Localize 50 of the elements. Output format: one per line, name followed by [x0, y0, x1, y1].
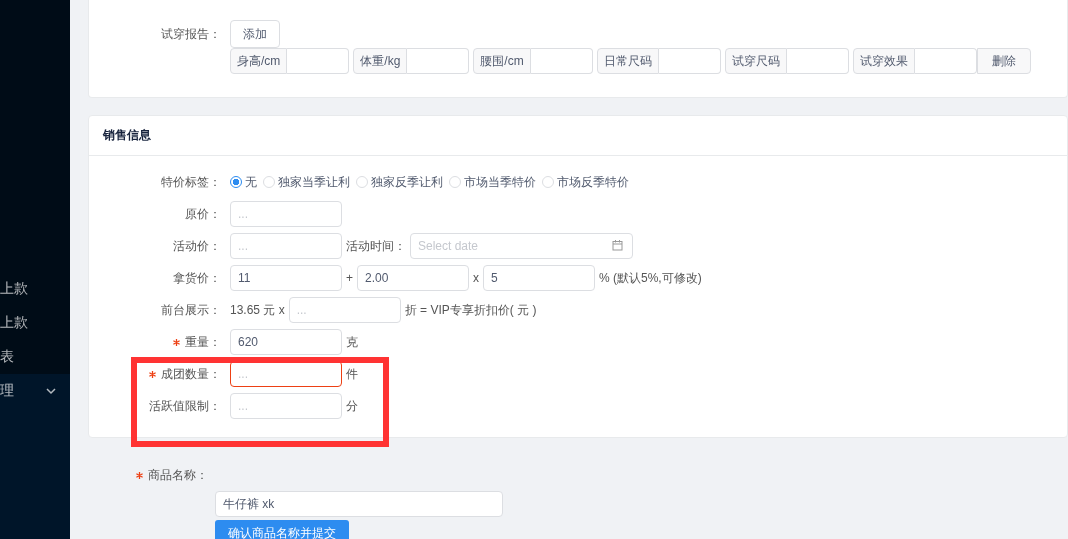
field-label: 商品名称： — [148, 466, 208, 484]
field-label: 原价： — [185, 206, 221, 221]
input-field[interactable]: 牛仔裤 xk — [215, 491, 503, 517]
field-text: x — [473, 271, 479, 285]
field-text: 分 — [346, 397, 358, 415]
field-label: 试穿报告： — [161, 26, 221, 41]
calendar-icon — [612, 240, 623, 251]
field-label: 拿货价： — [173, 270, 221, 285]
field-label: 重量： — [185, 334, 221, 349]
required-asterisk-icon — [173, 338, 180, 346]
field-label: 活动价： — [173, 238, 221, 253]
section-title: 销售信息 — [89, 116, 1067, 156]
field-label: 前台展示： — [161, 302, 221, 317]
field-text: + — [346, 271, 353, 285]
date-field[interactable]: Select date — [410, 233, 633, 259]
input-field[interactable]: 5 — [483, 265, 595, 291]
field-text: 13.65 元 x — [230, 301, 285, 319]
radio-label[interactable]: 市场反季特价 — [557, 173, 629, 191]
required-asterisk-icon — [149, 370, 156, 378]
radio-label[interactable]: 市场当季特价 — [464, 173, 536, 191]
radio-button[interactable] — [230, 176, 242, 188]
sidebar-item[interactable]: 上款 — [0, 314, 28, 332]
field-text: 件 — [346, 365, 358, 383]
field-label: 成团数量： — [161, 366, 221, 381]
sidebar-item[interactable]: 理 — [0, 382, 14, 400]
required-asterisk-icon — [136, 471, 143, 479]
input-field[interactable]: 2.00 — [357, 265, 469, 291]
add-button[interactable]: 添加 — [230, 20, 280, 48]
radio-label[interactable]: 无 — [245, 173, 257, 191]
radio-label[interactable]: 独家当季让利 — [278, 173, 350, 191]
field-text: 活动时间： — [346, 237, 406, 255]
addon-label: 日常尺码 — [596, 48, 659, 74]
addon-label: 试穿效果 — [852, 48, 915, 74]
input-field[interactable]: 11 — [230, 265, 342, 291]
addon-label: 身高/cm — [230, 48, 288, 74]
input-field[interactable]: ... — [230, 361, 342, 387]
addon-label: 腰围/cm — [473, 48, 531, 74]
field-text: 折 = VIP专享折扣价( 元 ) — [404, 301, 537, 319]
field-text: 克 — [346, 333, 358, 351]
chevron-down-icon — [46, 386, 56, 396]
sidebar-item[interactable]: 上款 — [0, 280, 28, 298]
radio-label[interactable]: 独家反季让利 — [371, 173, 443, 191]
addon-label: 体重/kg — [353, 48, 408, 74]
field-label: 特价标签： — [161, 174, 221, 189]
input-field[interactable]: 620 — [230, 329, 342, 355]
field-label: 活跃值限制： — [149, 398, 221, 413]
addon-label: 试穿尺码 — [724, 48, 787, 74]
sidebar-item[interactable]: 表 — [0, 348, 14, 366]
delete-button[interactable]: 删除 — [976, 48, 1031, 74]
field-text: % (默认5%,可修改) — [599, 269, 702, 287]
